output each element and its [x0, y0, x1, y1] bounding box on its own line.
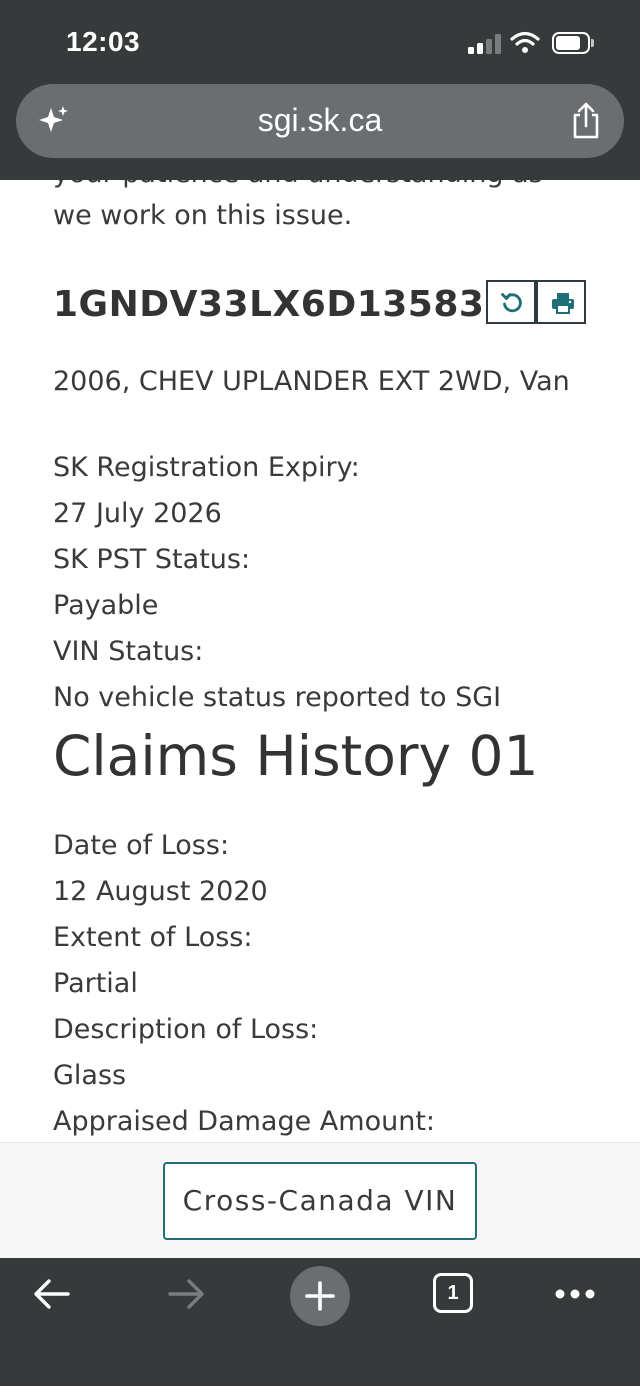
pst-status-label: SK PST Status: — [53, 544, 251, 575]
description-of-loss-label: Description of Loss: — [53, 1014, 319, 1045]
wifi-icon — [510, 31, 540, 53]
share-icon[interactable] — [570, 102, 602, 140]
browser-top-chrome: 12:03 sgi.sk.ca — [0, 0, 640, 180]
registration-expiry-value: 27 July 2026 — [53, 498, 222, 529]
cross-canada-vin-button[interactable]: Cross-Canada VIN — [163, 1162, 477, 1240]
extent-of-loss-value: Partial — [53, 968, 138, 999]
description-of-loss-value: Glass — [53, 1060, 127, 1091]
vin-status-value: No vehicle status reported to SGI — [53, 682, 502, 713]
vehicle-description: 2006, CHEV UPLANDER EXT 2WD, Van — [53, 366, 570, 397]
appraised-damage-label: Appraised Damage Amount: — [53, 1106, 436, 1137]
claims-history-heading: Claims History 01 — [53, 724, 539, 788]
status-time: 12:03 — [66, 26, 141, 57]
plus-icon — [305, 1281, 335, 1311]
refresh-button[interactable] — [486, 280, 536, 324]
forward-arrow-icon[interactable] — [166, 1276, 206, 1312]
refresh-icon — [501, 293, 522, 313]
cellular-signal-icon — [468, 34, 502, 54]
back-arrow-icon[interactable] — [32, 1276, 72, 1312]
date-of-loss-value: 12 August 2020 — [53, 876, 268, 907]
address-bar[interactable]: sgi.sk.ca — [16, 84, 624, 158]
print-icon — [552, 293, 574, 314]
pst-status-value: Payable — [53, 590, 159, 621]
page-content: your patience and understanding as we wo… — [0, 180, 640, 1142]
sticky-footer: Cross-Canada VIN — [0, 1142, 640, 1258]
registration-expiry-label: SK Registration Expiry: — [53, 452, 360, 483]
url-text[interactable]: sgi.sk.ca — [16, 102, 624, 139]
intro-text: we work on this issue. — [53, 200, 353, 231]
new-tab-button[interactable] — [290, 1266, 350, 1326]
battery-icon — [552, 32, 594, 54]
vin-number: 1GNDV33LX6D135831 — [53, 284, 510, 325]
more-icon[interactable] — [554, 1288, 596, 1300]
extent-of-loss-label: Extent of Loss: — [53, 922, 253, 953]
print-button[interactable] — [536, 280, 586, 324]
tabs-icon[interactable]: 1 — [433, 1273, 473, 1313]
vin-status-label: VIN Status: — [53, 636, 204, 667]
date-of-loss-label: Date of Loss: — [53, 830, 230, 861]
browser-toolbar: 1 — [0, 1258, 640, 1386]
intro-text-partial: your patience and understanding as — [53, 180, 543, 189]
